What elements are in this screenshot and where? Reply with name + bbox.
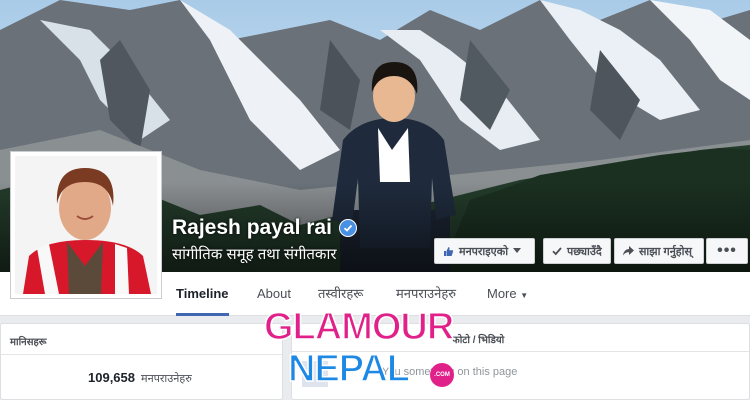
tab-more-label: More [487,286,517,301]
likes-count: 109,658 [88,370,135,385]
following-button-label: पछ्याउँदै [567,245,602,258]
page-title: Rajesh payal rai [172,216,357,240]
composer-divider [292,351,749,352]
tab-more[interactable]: More ▼ [487,272,528,316]
share-arrow-icon [623,246,634,256]
check-icon [552,246,562,256]
more-options-button[interactable]: ••• [706,238,748,264]
composer-input[interactable]: You something on this page [382,366,517,378]
like-button-label: मनपराइएको [459,245,509,258]
tab-photos[interactable]: तस्वीरहरू [318,272,363,316]
share-button[interactable]: साझा गर्नुहोस् [614,238,704,264]
profile-photo-image [15,156,157,294]
caret-down-icon: ▼ [520,291,529,300]
verified-check-icon [338,219,357,237]
card-divider [1,354,282,355]
page-category: सांगीतिक समूह तथा संगीतकार [172,246,337,263]
tab-about[interactable]: About [257,272,291,316]
like-button[interactable]: मनपराइएको [434,238,535,264]
likes-label[interactable]: मनपराउनेहरु [141,371,192,386]
tab-timeline[interactable]: Timeline [176,272,229,316]
people-card-title: मानिसहरू [10,337,47,348]
profile-picture[interactable] [10,151,162,299]
share-button-label: साझा गर्नुहोस् [639,245,692,258]
thumbs-up-icon [443,246,454,257]
tab-likes[interactable]: मनपराउनेहरु [396,272,456,316]
following-button[interactable]: पछ्याउँदै [543,238,611,264]
page-name-text: Rajesh payal rai [172,216,332,239]
more-options-label: ••• [717,242,737,259]
caret-down-icon [513,248,522,254]
post-composer: फोटो / भिडियो You something on this page [291,323,750,400]
composer-avatar [302,361,328,387]
people-card: मानिसहरू 109,658 मनपराउनेहरु [0,323,283,400]
photo-video-tab[interactable]: फोटो / भिडियो [452,332,504,346]
